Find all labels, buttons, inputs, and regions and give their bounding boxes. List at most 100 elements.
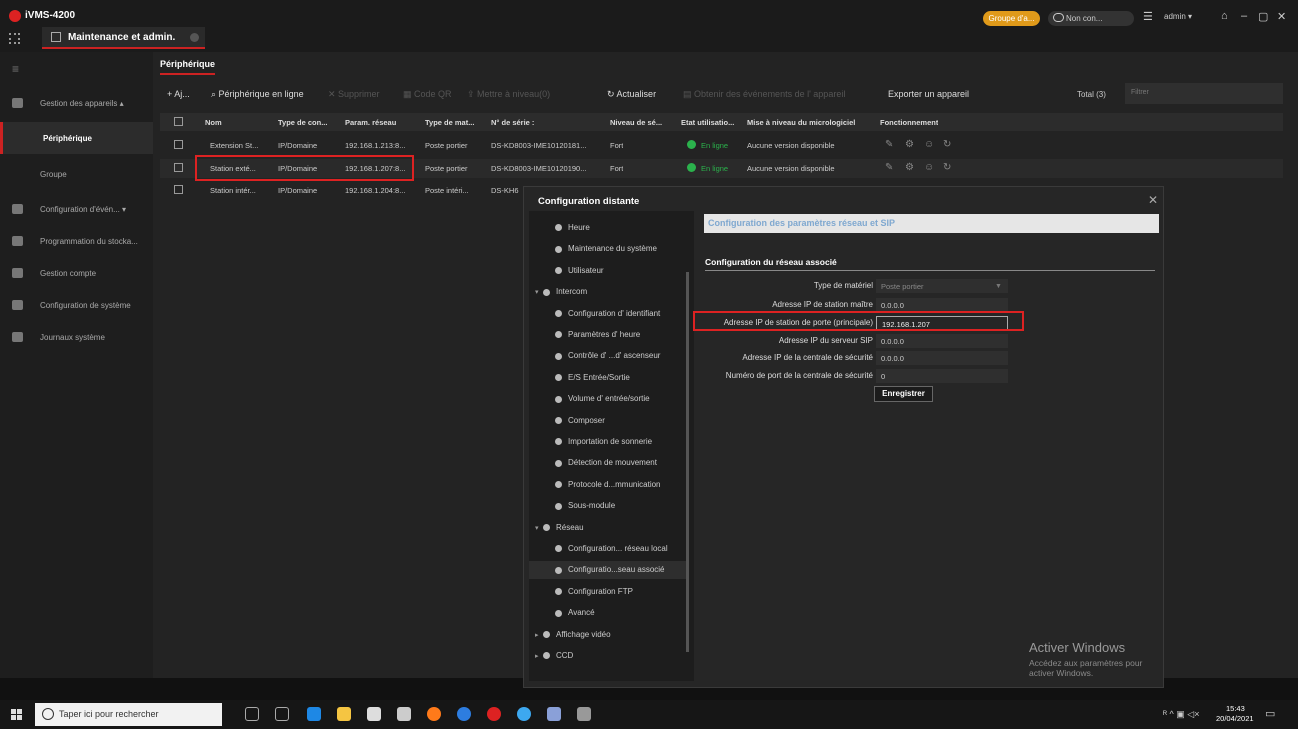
tree-item[interactable]: Volume d' entrée/sortie — [529, 390, 689, 408]
notification-icon[interactable]: ▭ — [1265, 707, 1275, 720]
mail-icon[interactable] — [397, 707, 411, 721]
col-firmware[interactable]: Mise à niveau du micrologiciel — [747, 118, 855, 127]
add-button[interactable]: + Aj... — [167, 89, 190, 99]
sidebar-item-device-management[interactable]: Gestion des appareils ▴ — [0, 88, 153, 120]
tree-item[interactable]: Composer — [529, 412, 689, 430]
security-center-ip-field[interactable]: 0.0.0.0 — [876, 351, 1008, 365]
tree-item[interactable]: Détection de mouvement — [529, 454, 689, 472]
col-serial[interactable]: N° de série : — [491, 118, 534, 127]
sidebar-item-accounts[interactable]: Gestion compte — [0, 258, 153, 290]
tree-item[interactable]: Heure — [529, 219, 689, 237]
col-type[interactable]: Type de mat... — [425, 118, 474, 127]
menu-list-icon[interactable]: ☰ — [1143, 10, 1153, 23]
user-icon[interactable]: ☺ — [924, 139, 934, 150]
edge-icon[interactable] — [307, 707, 321, 721]
tree-item[interactable]: Paramètres d' heure — [529, 326, 689, 344]
col-connection[interactable]: Type de con... — [278, 118, 327, 127]
tree-item[interactable]: ▾ Intercom — [529, 283, 689, 301]
tree-item[interactable]: Configuratio...seau associé — [529, 561, 689, 580]
user-icon[interactable]: ☺ — [924, 162, 934, 173]
group-badge[interactable]: Groupe d'a... — [983, 11, 1040, 26]
microphone-icon[interactable] — [245, 707, 259, 721]
edit-icon[interactable]: ✎ — [885, 139, 893, 150]
tree-item[interactable]: Maintenance du système — [529, 240, 689, 258]
col-network[interactable]: Param. réseau — [345, 118, 396, 127]
refresh-icon[interactable]: ↻ — [943, 162, 951, 173]
sidebar-item-storage[interactable]: Programmation du stocka... — [0, 226, 153, 258]
tree-scrollbar[interactable] — [686, 272, 689, 652]
col-level[interactable]: Niveau de sé... — [610, 118, 662, 127]
settings-icon[interactable]: ⚙ — [905, 139, 914, 150]
tree-item[interactable]: Contrôle d' ...d' ascenseur — [529, 347, 689, 365]
clock-time[interactable]: 15:43 — [1226, 704, 1245, 713]
settings-icon[interactable]: ⚙ — [905, 162, 914, 173]
hardware-type-select[interactable]: Poste portier — [876, 279, 1008, 293]
sip-server-ip-field[interactable]: 0.0.0.0 — [876, 334, 1008, 348]
close-icon[interactable]: ✕ — [1148, 193, 1158, 207]
row-checkbox[interactable] — [174, 185, 183, 194]
tab-maintenance[interactable]: Maintenance et admin. — [42, 27, 205, 49]
refresh-icon[interactable]: ↻ — [943, 139, 951, 150]
security-center-port-field[interactable]: 0 — [876, 369, 1008, 383]
refresh-button[interactable]: ↻ Actualiser — [607, 89, 656, 100]
taskbar-search-input[interactable]: Taper ici pour rechercher — [35, 703, 222, 726]
master-ip-field[interactable]: 0.0.0.0 — [876, 298, 1008, 312]
filter-input[interactable]: Filtrer — [1125, 83, 1283, 104]
table-row[interactable]: Extension St... IP/Domaine 192.168.1.213… — [160, 136, 1283, 155]
sidebar-item-peripheral[interactable]: Périphérique — [0, 122, 153, 154]
close-icon[interactable]: ✕ — [1277, 10, 1286, 23]
tab-close-icon[interactable] — [190, 33, 199, 42]
edit-icon[interactable]: ✎ — [885, 162, 893, 173]
apps-grid-icon[interactable] — [9, 33, 20, 44]
firefox-icon[interactable] — [427, 707, 441, 721]
upgrade-button[interactable]: ⇪ Mettre à niveau(0) — [467, 89, 550, 100]
row-checkbox[interactable] — [174, 163, 183, 172]
store-icon[interactable] — [367, 707, 381, 721]
expand-arrow-icon[interactable]: ▾ — [535, 524, 543, 532]
col-status[interactable]: Etat utilisatio... — [681, 118, 734, 127]
minimize-icon[interactable]: – — [1241, 10, 1247, 22]
app-icon[interactable] — [547, 707, 561, 721]
save-button[interactable]: Enregistrer — [874, 386, 933, 402]
tree-item[interactable]: Protocole d...mmunication — [529, 476, 689, 494]
delete-button[interactable]: ✕ Supprimer — [328, 89, 380, 100]
hamburger-icon[interactable]: ≡ — [12, 62, 19, 76]
windows-start-icon[interactable] — [11, 709, 23, 721]
expand-arrow-icon[interactable]: ▾ — [535, 288, 543, 296]
row-checkbox[interactable] — [174, 140, 183, 149]
sidebar-item-event-config[interactable]: Configuration d'évén... ▾ — [0, 194, 153, 226]
col-name[interactable]: Nom — [205, 118, 222, 127]
tree-item[interactable]: Avancé — [529, 604, 689, 622]
app-icon[interactable] — [577, 707, 591, 721]
expand-arrow-icon[interactable]: ▸ — [535, 652, 543, 660]
task-view-icon[interactable] — [275, 707, 289, 721]
tree-item[interactable]: Utilisateur — [529, 262, 689, 280]
export-button[interactable]: Exporter un appareil — [888, 89, 969, 99]
sidebar-item-system-logs[interactable]: Journaux système — [0, 322, 153, 354]
system-tray[interactable]: ᴿ ^ ▣ ◁× — [1163, 709, 1199, 720]
tab-peripheral[interactable]: Périphérique — [160, 59, 216, 75]
file-explorer-icon[interactable] — [337, 707, 351, 721]
sidebar-item-system-config[interactable]: Configuration de système — [0, 290, 153, 322]
tree-item[interactable]: Configuration d' identifiant — [529, 305, 689, 323]
user-menu[interactable]: admin ▾ — [1164, 12, 1192, 21]
expand-arrow-icon[interactable]: ▸ — [535, 631, 543, 639]
lock-icon[interactable]: ⌂ — [1221, 10, 1228, 22]
select-all-checkbox[interactable] — [174, 117, 183, 126]
clock-date[interactable]: 20/04/2021 — [1216, 714, 1254, 723]
tree-item[interactable]: Configuration FTP — [529, 583, 689, 601]
tree-item[interactable]: Importation de sonnerie — [529, 433, 689, 451]
tree-item[interactable]: Sous-module — [529, 497, 689, 515]
tree-item[interactable]: ▸ Affichage vidéo — [529, 626, 689, 644]
qr-code-button[interactable]: ▦ Code QR — [403, 89, 452, 100]
tree-item[interactable]: E/S Entrée/Sortie — [529, 369, 689, 387]
ie-icon[interactable] — [457, 707, 471, 721]
ivms-icon[interactable] — [487, 707, 501, 721]
maximize-icon[interactable]: ▢ — [1258, 10, 1268, 23]
app-icon[interactable] — [517, 707, 531, 721]
sidebar-item-group[interactable]: Groupe — [0, 158, 153, 190]
tree-item[interactable]: ▾ Réseau — [529, 519, 689, 537]
col-operation[interactable]: Fonctionnement — [880, 118, 938, 127]
tree-item[interactable]: Configuration... réseau local — [529, 540, 689, 558]
online-devices-button[interactable]: ⌕ Périphérique en ligne — [211, 89, 304, 100]
